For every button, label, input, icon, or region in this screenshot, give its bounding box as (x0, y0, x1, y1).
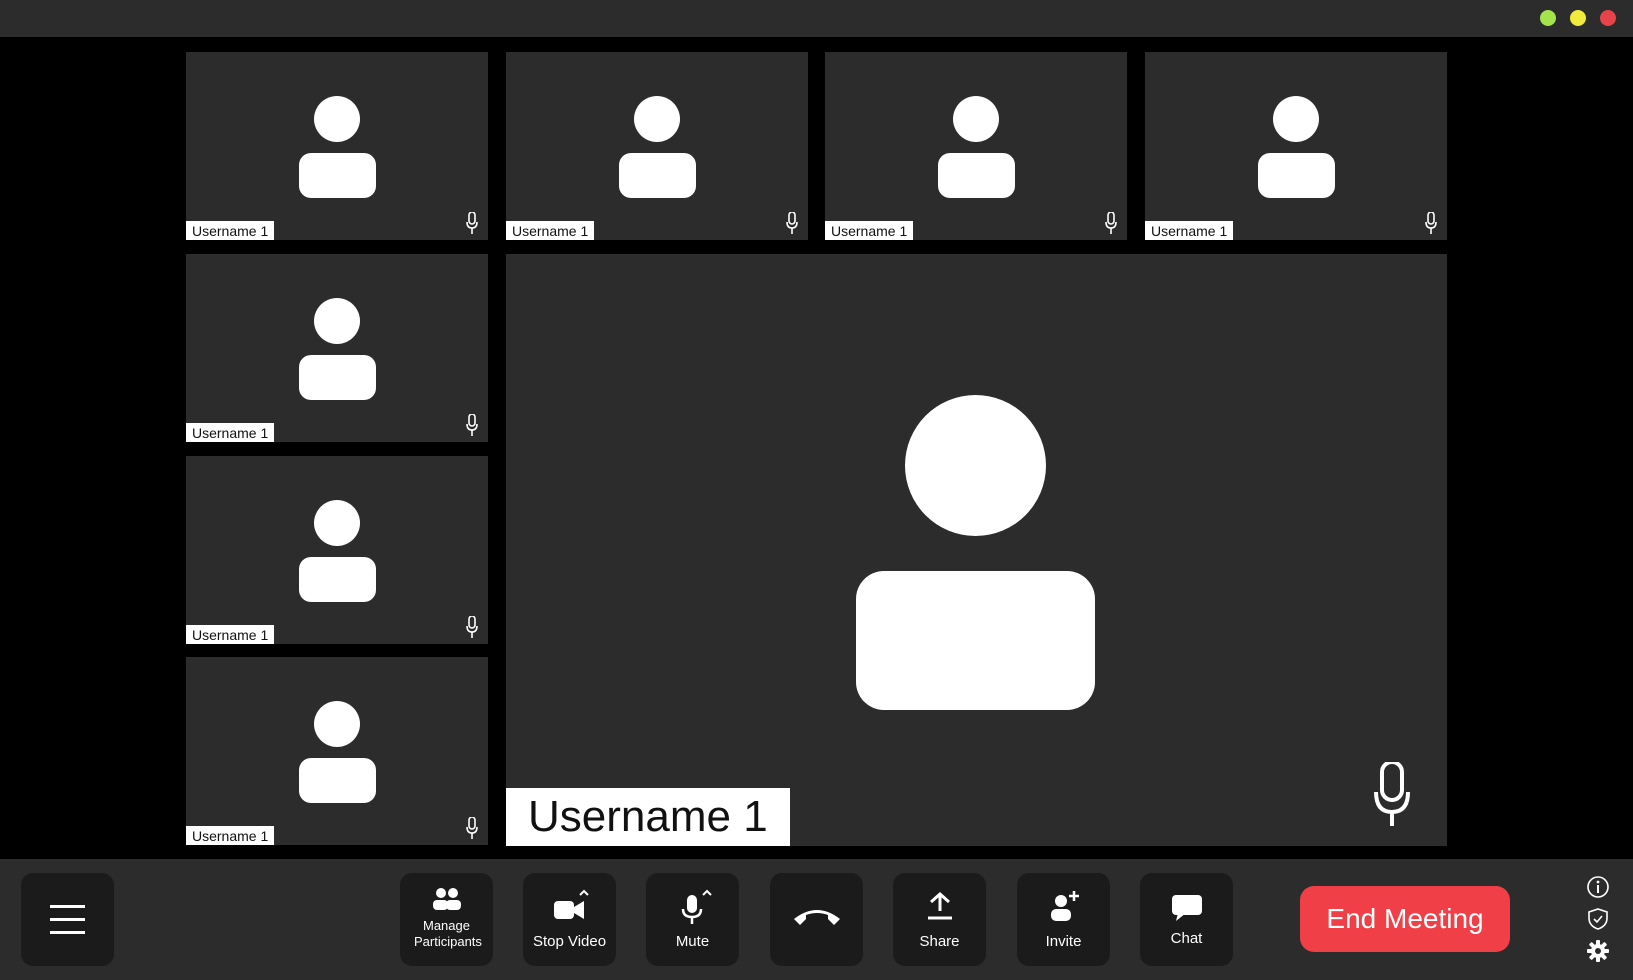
avatar-head-icon (314, 500, 360, 546)
end-meeting-button[interactable]: End Meeting (1300, 886, 1510, 952)
avatar-body-icon (299, 758, 376, 803)
participant-tile[interactable]: Username 1 (186, 254, 488, 442)
chat-bubble-icon (1171, 895, 1202, 921)
microphone-icon (1105, 212, 1117, 234)
avatar-head-icon (953, 96, 999, 142)
info-icon[interactable] (1586, 875, 1610, 899)
avatar-head-icon (314, 701, 360, 747)
participant-username: Username 1 (186, 826, 275, 845)
avatar-body-icon (299, 153, 376, 198)
avatar-head-icon (905, 395, 1046, 536)
avatar-body-icon (299, 355, 376, 400)
participant-tile[interactable]: Username 1 (186, 657, 488, 845)
stop-video-button[interactable]: Stop Video (523, 873, 616, 966)
avatar-body-icon (299, 557, 376, 602)
mute-button[interactable]: Mute (646, 873, 739, 966)
share-label: Share (919, 933, 960, 950)
chat-button[interactable]: Chat (1140, 873, 1233, 966)
microphone-icon (466, 616, 478, 638)
participant-tile[interactable]: Username 1 (825, 52, 1127, 240)
share-button[interactable]: Share (893, 873, 986, 966)
avatar-body-icon (938, 153, 1015, 198)
invite-button[interactable]: Invite (1017, 873, 1110, 966)
share-upload-icon (927, 891, 952, 920)
avatar-body-icon (619, 153, 696, 198)
microphone-icon (786, 212, 798, 234)
hamburger-menu-icon (50, 905, 85, 934)
participant-username: Username 1 (186, 423, 275, 442)
microphone-icon (1425, 212, 1437, 234)
microphone-icon (466, 817, 478, 839)
microphone-icon (466, 212, 478, 234)
avatar-body-icon (1258, 153, 1335, 198)
manage-participants-label: Manage Participants (414, 918, 482, 949)
avatar-head-icon (314, 96, 360, 142)
main-speaker-tile[interactable]: Username 1 (506, 254, 1447, 846)
stop-video-label: Stop Video (532, 933, 607, 950)
avatar-head-icon (1273, 96, 1319, 142)
avatar-head-icon (314, 298, 360, 344)
video-camera-icon (553, 889, 589, 919)
participants-icon (432, 888, 461, 910)
mute-label: Mute (675, 933, 710, 950)
avatar-head-icon (634, 96, 680, 142)
leave-call-button[interactable] (770, 873, 863, 966)
close-window-button[interactable] (1600, 10, 1616, 26)
manage-participants-button[interactable]: Manage Participants (400, 873, 493, 966)
participant-tile[interactable]: Username 1 (1145, 52, 1447, 240)
main-speaker-username: Username 1 (506, 788, 790, 846)
add-user-icon (1050, 891, 1079, 921)
window-titlebar (0, 0, 1633, 37)
participant-username: Username 1 (825, 221, 914, 240)
minimize-window-button[interactable] (1570, 10, 1586, 26)
hang-up-icon (793, 910, 840, 925)
participant-username: Username 1 (186, 221, 275, 240)
gear-icon[interactable] (1586, 939, 1610, 963)
participant-tile[interactable]: Username 1 (186, 456, 488, 644)
invite-label: Invite (1045, 933, 1082, 950)
microphone-icon (1374, 762, 1410, 826)
chat-label: Chat (1170, 930, 1203, 947)
microphone-icon (681, 889, 712, 924)
avatar-body-icon (856, 571, 1095, 710)
menu-button[interactable] (21, 873, 114, 966)
participant-tile[interactable]: Username 1 (186, 52, 488, 240)
maximize-window-button[interactable] (1540, 10, 1556, 26)
participant-username: Username 1 (506, 221, 595, 240)
participant-tile[interactable]: Username 1 (506, 52, 808, 240)
participant-username: Username 1 (186, 625, 275, 644)
microphone-icon (466, 414, 478, 436)
shield-icon[interactable] (1586, 907, 1610, 931)
participant-username: Username 1 (1145, 221, 1234, 240)
